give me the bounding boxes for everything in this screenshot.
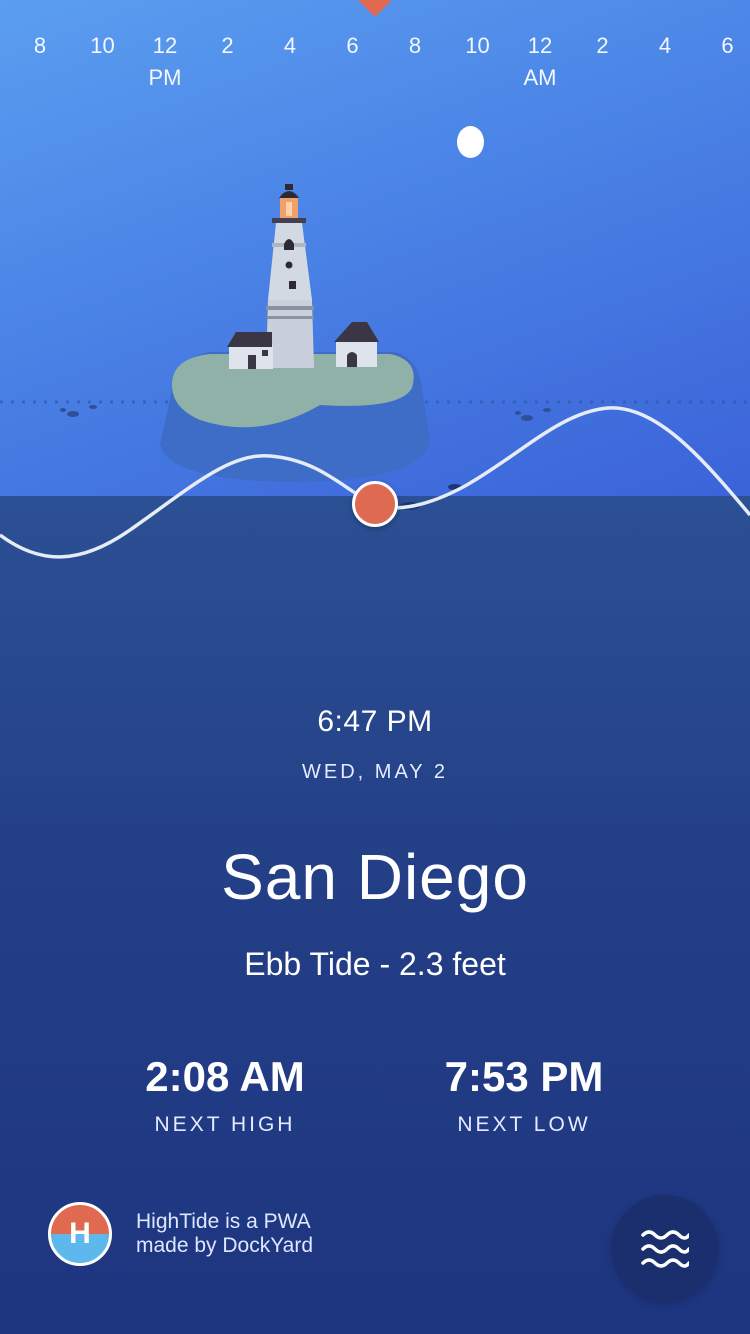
app-logo[interactable]: H: [48, 1202, 112, 1266]
rock: [89, 405, 97, 409]
logo-letter: H: [69, 1217, 91, 1250]
house-left: [227, 332, 273, 369]
credit-text[interactable]: HighTide is a PWA made by DockYard: [136, 1210, 396, 1258]
city-name[interactable]: San Diego: [0, 838, 750, 916]
current-time: 6:47 PM: [317, 705, 433, 738]
rock: [543, 408, 551, 412]
next-low-stat: 7:53 PM NEXT LOW: [374, 1050, 674, 1140]
next-low-time: 7:53 PM: [444, 1053, 604, 1100]
next-high-label: NEXT HIGH: [154, 1113, 296, 1136]
house-right: [334, 322, 379, 367]
waves-icon: [641, 1230, 689, 1268]
rock: [60, 408, 66, 412]
credit-line-2: made by DockYard: [136, 1234, 314, 1257]
rock: [515, 411, 521, 415]
current-date: WED, MAY 2: [302, 761, 448, 783]
menu-button[interactable]: [611, 1195, 719, 1303]
rock: [67, 411, 79, 417]
current-tide-dot[interactable]: [352, 481, 398, 527]
rock: [521, 415, 533, 421]
lighthouse-icon: [266, 184, 314, 368]
next-low-label: NEXT LOW: [457, 1113, 591, 1136]
next-high-stat: 2:08 AM NEXT HIGH: [75, 1050, 375, 1140]
tide-state: Ebb Tide - 2.3 feet: [244, 946, 506, 982]
credit-line-1: HighTide is a PWA: [136, 1210, 311, 1233]
next-high-time: 2:08 AM: [145, 1053, 305, 1100]
